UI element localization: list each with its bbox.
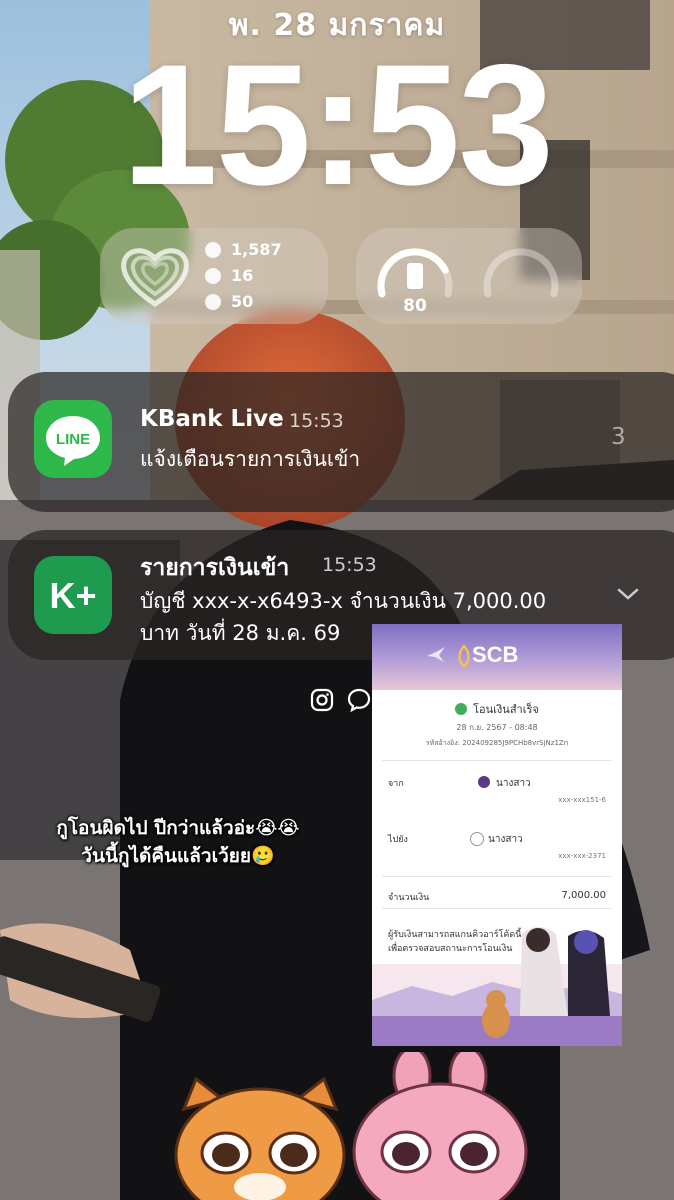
notification-body-line2: บาท วันที่ 28 ม.ค. 69 (140, 621, 341, 645)
caption-line1: กูโอนผิดไป ปีกว่าแล้วอ่ะ😭😭 (56, 817, 300, 839)
bank-avatar-icon (470, 832, 484, 846)
lockscreen-clock: 15:53 (122, 29, 554, 221)
slip-reference: รหัสอ้างอิง: 202409285J9PCHb8vrSjNz1Zn (425, 739, 569, 747)
from-account: xxx-xxx151-6 (558, 796, 606, 804)
notification-count: 3 (611, 424, 626, 450)
notification-body: แจ้งเตือนรายการเงินเข้า (140, 447, 361, 471)
svg-text:LINE: LINE (56, 431, 90, 448)
slip-header: SCB (372, 624, 622, 690)
clock-icon (205, 267, 221, 284)
heart-rings-icon (121, 248, 189, 308)
footprint-icon (205, 241, 221, 258)
chat-bubble-icon (347, 688, 371, 712)
empty-gauge (483, 248, 559, 298)
steps-stat: 1,587 (205, 240, 282, 259)
caption-line2: วันนี้กูได้คืนแล้วเว้ยย🥲 (81, 845, 275, 867)
line-icon: LINE (34, 400, 112, 478)
slip-status-text: โอนเงินสำเร็จ (473, 703, 539, 716)
to-label: ไปยัง (388, 835, 408, 845)
notification-title: รายการเงินเข้า (140, 555, 290, 581)
notification-time: 15:53 (322, 554, 377, 576)
calories-value: 50 (231, 292, 254, 311)
divider (382, 908, 612, 909)
rabbit-sticker (352, 1052, 528, 1200)
scb-avatar-icon (478, 776, 490, 788)
tiger-sticker (174, 1076, 346, 1200)
battery-percent: 80 (403, 296, 427, 316)
slip-datetime: 28 ก.ย. 2567 - 08:48 (456, 723, 538, 732)
from-name: นางสาว (496, 778, 531, 789)
divider (382, 760, 612, 761)
minutes-value: 16 (231, 266, 254, 285)
chevron-down-icon[interactable] (616, 586, 640, 602)
slip-status: โอนเงินสำเร็จ (372, 700, 622, 718)
notification-time: 15:53 (289, 410, 344, 432)
calories-stat: 50 (205, 292, 253, 311)
steps-value: 1,587 (231, 240, 282, 259)
bird-icon (427, 647, 445, 662)
scb-transfer-slip: SCB โอนเงินสำเร็จ 28 ก.ย. 2567 - 08:48 ร… (372, 624, 622, 1046)
flame-icon (205, 293, 221, 310)
activity-widget[interactable]: 1,587 16 50 (100, 228, 328, 324)
phone-icon (407, 263, 423, 289)
caption-text: กูโอนผิดไป ปีกว่าแล้วอ่ะ😭😭 วันนี้กูได้คื… (28, 814, 328, 870)
check-circle-icon (455, 703, 468, 715)
battery-widget[interactable]: 80 (356, 228, 582, 324)
slip-bank-name: SCB (472, 642, 519, 667)
to-account: xxx-xxx-2371 (558, 852, 606, 860)
notification-title: KBank Live (140, 406, 284, 432)
kplus-icon: K+ (34, 556, 112, 634)
amount-label: จำนวนเงิน (388, 893, 430, 903)
slip-note: ผู้รับเงินสามารถสแกนคิวอาร์โค้ดนี้เพื่อต… (388, 930, 522, 954)
svg-text:K+: K+ (49, 575, 96, 616)
scb-logo-icon (458, 644, 470, 668)
notification-body-line1: บัญชี xxx-x-x6493-x จำนวนเงิน 7,000.00 (140, 589, 547, 613)
notification-kbank-live[interactable]: LINE KBank Live 15:53 แจ้งเตือนรายการเงิ… (8, 372, 674, 512)
instagram-icon (310, 688, 334, 712)
divider (382, 876, 612, 877)
from-label: จาก (388, 779, 404, 789)
minutes-stat: 16 (205, 266, 253, 285)
to-name: นางสาว (488, 834, 523, 845)
amount-value: 7,000.00 (561, 890, 606, 901)
